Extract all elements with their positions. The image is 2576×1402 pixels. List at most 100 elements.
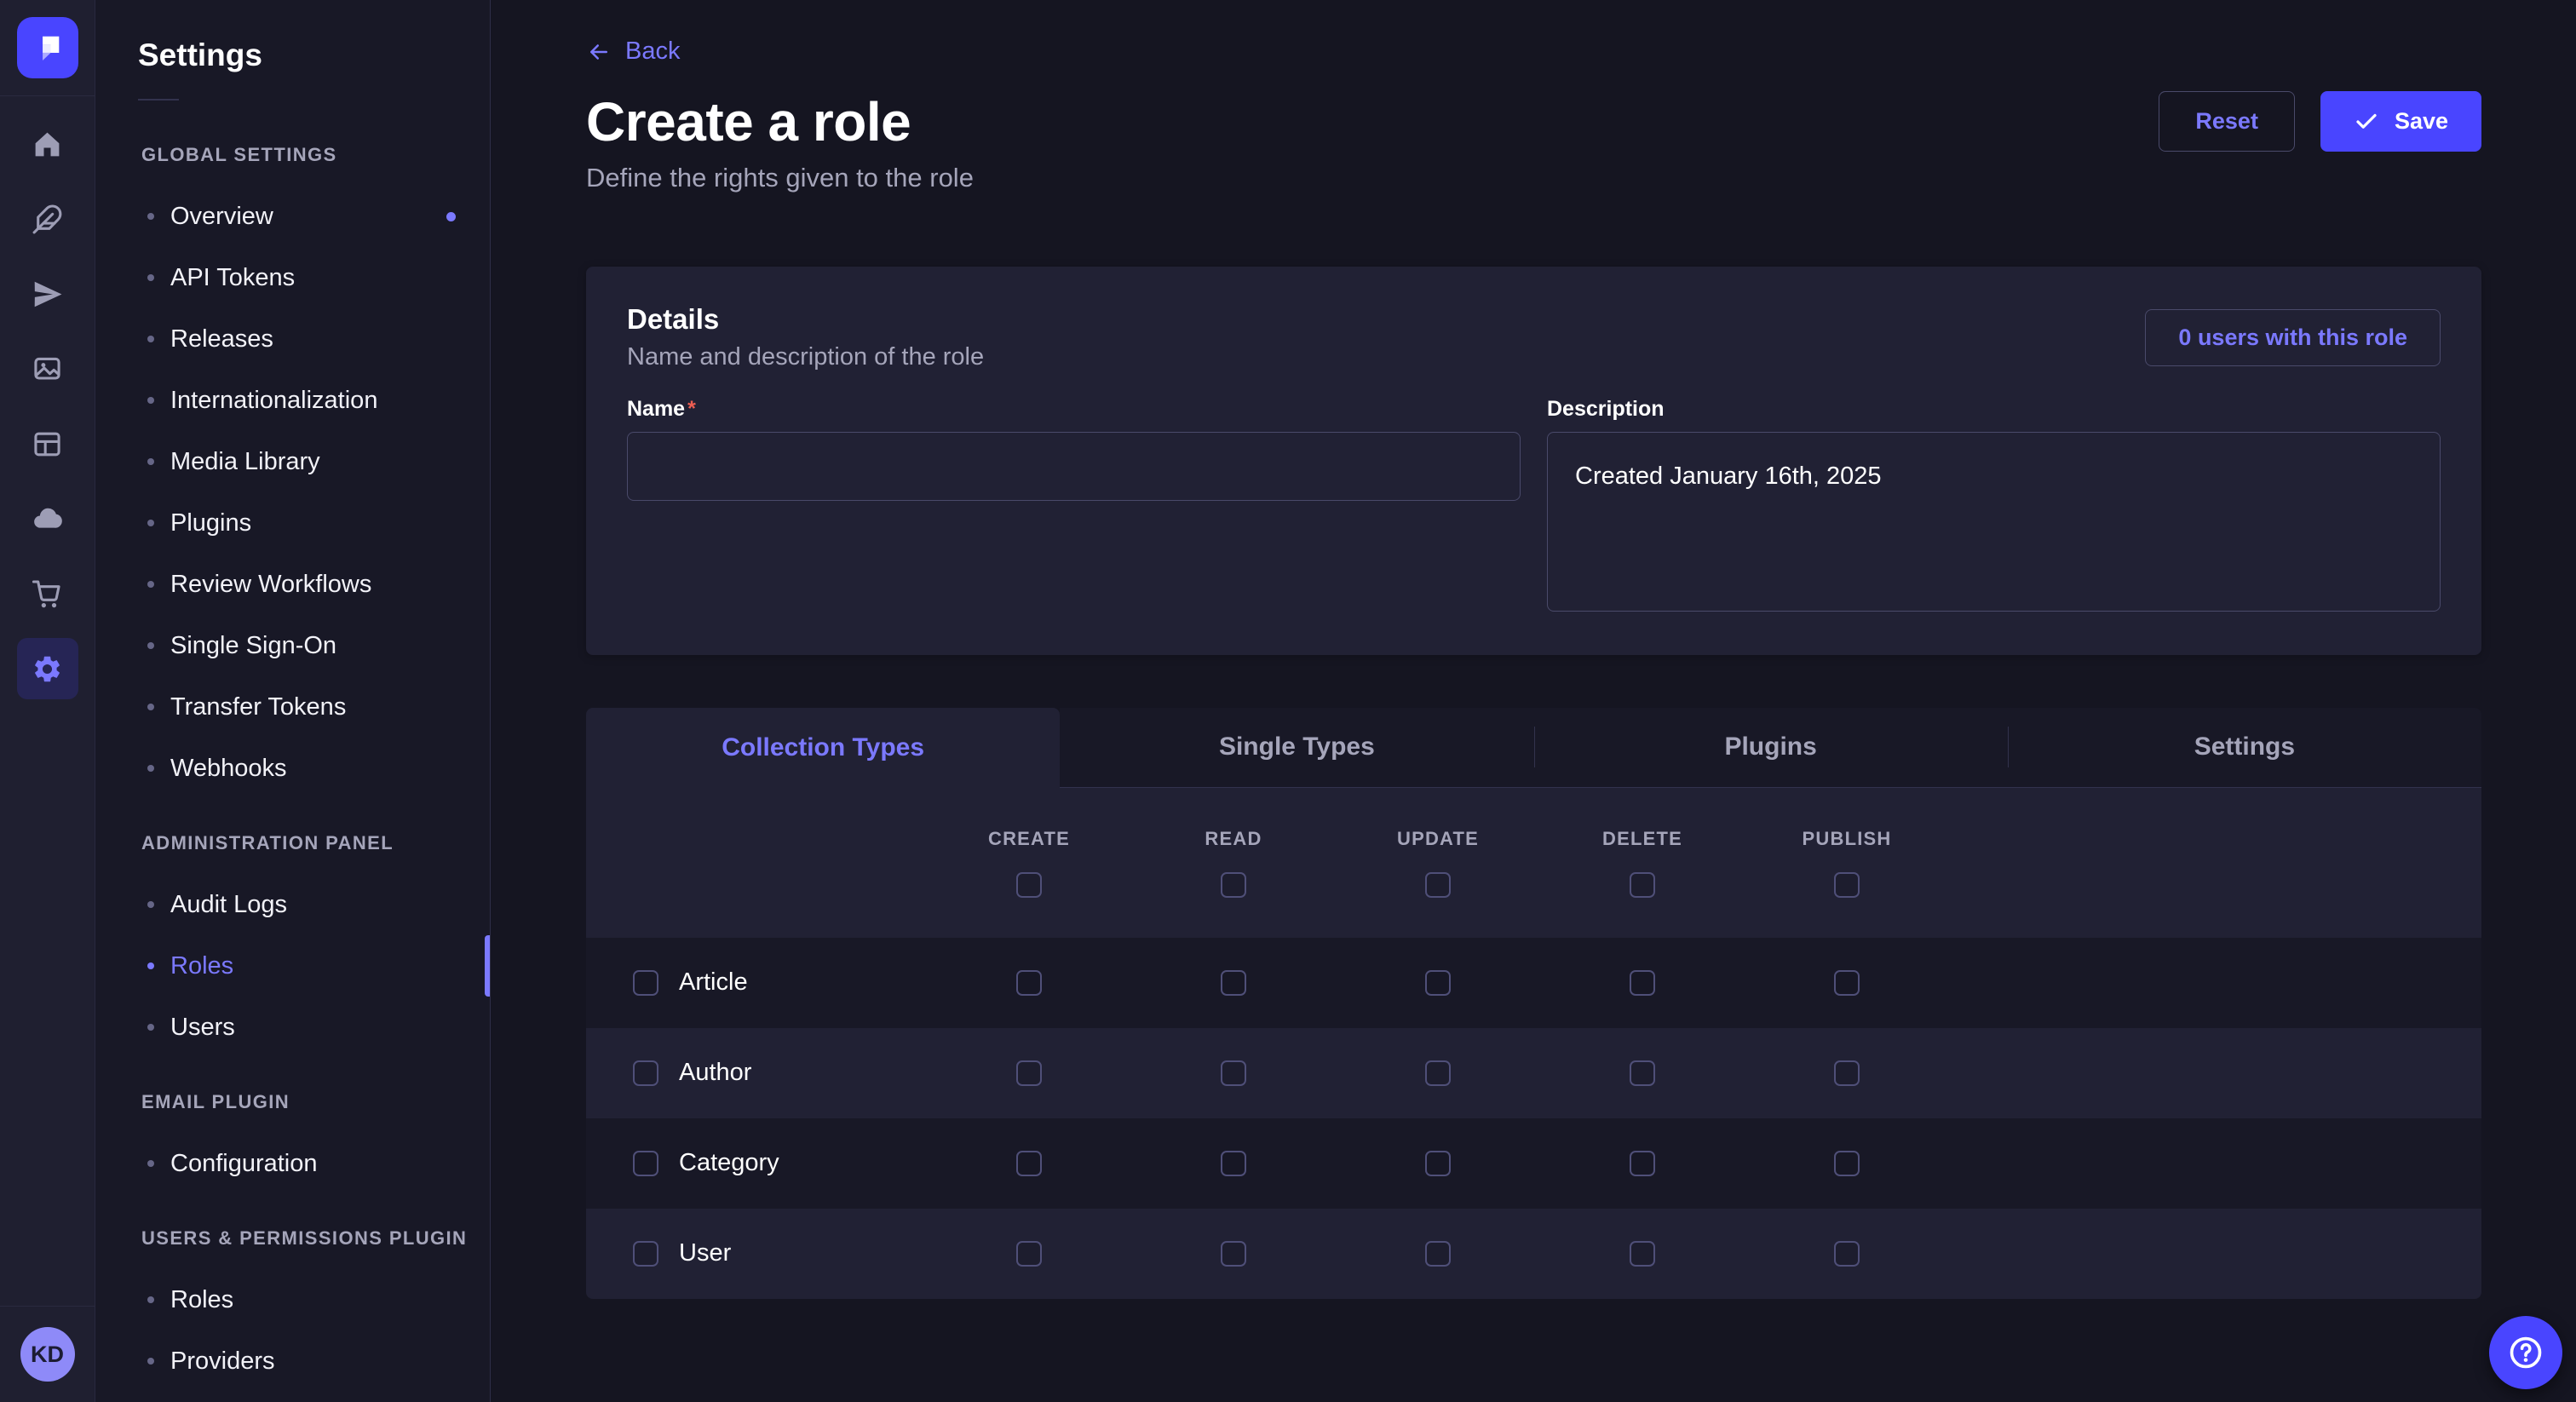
description-textarea[interactable]: Created January 16th, 2025 xyxy=(1547,432,2441,612)
tab-settings[interactable]: Settings xyxy=(2008,708,2481,788)
column-label: PUBLISH xyxy=(1803,828,1892,850)
sidebar-item-audit-logs[interactable]: Audit Logs xyxy=(95,874,490,935)
category-read-checkbox[interactable] xyxy=(1221,1151,1246,1176)
user-update-checkbox[interactable] xyxy=(1425,1241,1451,1267)
tab-label: Plugins xyxy=(1724,733,1816,761)
user-select-checkbox[interactable] xyxy=(633,1241,658,1267)
rail-item-content-type-builder[interactable] xyxy=(0,406,95,481)
active-item-indicator xyxy=(485,935,490,997)
table-row-author: Author xyxy=(586,1028,2481,1118)
sidebar-item-label: Plugins xyxy=(170,509,251,537)
sidebar-item-api-tokens[interactable]: API Tokens xyxy=(95,247,490,308)
user-create-checkbox[interactable] xyxy=(1016,1241,1042,1267)
content-manager-box xyxy=(17,188,78,250)
bullet-dot-icon xyxy=(147,1160,154,1167)
strapi-logo[interactable] xyxy=(17,17,78,78)
rail-item-deploy[interactable] xyxy=(0,481,95,556)
user-publish-checkbox[interactable] xyxy=(1834,1241,1860,1267)
row-label: User xyxy=(679,1239,731,1267)
save-label: Save xyxy=(2395,108,2448,135)
user-read-checkbox[interactable] xyxy=(1221,1241,1246,1267)
sidebar-item-overview[interactable]: Overview xyxy=(95,186,490,247)
sidebar-item-webhooks[interactable]: Webhooks xyxy=(95,738,490,799)
category-create-checkbox[interactable] xyxy=(1016,1151,1042,1176)
column-label: DELETE xyxy=(1602,828,1682,850)
sidebar-item-label: Configuration xyxy=(170,1150,318,1178)
category-publish-checkbox[interactable] xyxy=(1834,1151,1860,1176)
sidebar-item-users[interactable]: Users xyxy=(95,997,490,1058)
save-button[interactable]: Save xyxy=(2320,91,2481,152)
cell-user-update xyxy=(1336,1241,1540,1267)
sidebar-item-transfer-tokens[interactable]: Transfer Tokens xyxy=(95,676,490,738)
back-link[interactable]: Back xyxy=(586,37,680,66)
back-row: Back xyxy=(586,0,2481,69)
author-create-checkbox[interactable] xyxy=(1016,1060,1042,1086)
select-all-create-checkbox[interactable] xyxy=(1016,872,1042,898)
row-label: Article xyxy=(679,968,748,997)
column-header-update: UPDATE xyxy=(1336,788,1540,938)
category-update-checkbox[interactable] xyxy=(1425,1151,1451,1176)
article-create-checkbox[interactable] xyxy=(1016,970,1042,996)
sidebar-item-internationalization[interactable]: Internationalization xyxy=(95,370,490,431)
sidebar-item-providers[interactable]: Providers xyxy=(95,1330,490,1392)
settings-box xyxy=(17,638,78,699)
name-label: Name* xyxy=(627,397,1521,422)
category-delete-checkbox[interactable] xyxy=(1630,1151,1655,1176)
article-publish-checkbox[interactable] xyxy=(1834,970,1860,996)
article-update-checkbox[interactable] xyxy=(1425,970,1451,996)
tab-collection-types[interactable]: Collection Types xyxy=(586,708,1060,788)
select-all-update-checkbox[interactable] xyxy=(1425,872,1451,898)
author-select-checkbox[interactable] xyxy=(633,1060,658,1086)
article-delete-checkbox[interactable] xyxy=(1630,970,1655,996)
user-section: KD xyxy=(0,1306,95,1402)
sidebar-item-releases[interactable]: Releases xyxy=(95,308,490,370)
user-delete-checkbox[interactable] xyxy=(1630,1241,1655,1267)
cell-article-read xyxy=(1131,970,1336,996)
select-all-read-checkbox[interactable] xyxy=(1221,872,1246,898)
check-icon xyxy=(2354,109,2379,135)
cell-article-publish xyxy=(1745,970,1949,996)
rail-item-marketplace[interactable] xyxy=(0,556,95,631)
help-button[interactable] xyxy=(2489,1316,2562,1389)
tab-plugins[interactable]: Plugins xyxy=(1534,708,2008,788)
article-select-checkbox[interactable] xyxy=(633,970,658,996)
cell-category-create xyxy=(927,1151,1131,1176)
name-input[interactable] xyxy=(627,432,1521,501)
cell-user-publish xyxy=(1745,1241,1949,1267)
article-read-checkbox[interactable] xyxy=(1221,970,1246,996)
subnav-title: Settings xyxy=(138,37,490,73)
author-publish-checkbox[interactable] xyxy=(1834,1060,1860,1086)
sidebar-item-label: API Tokens xyxy=(170,264,295,292)
sidebar-item-label: Review Workflows xyxy=(170,571,371,599)
back-label: Back xyxy=(625,37,680,66)
author-update-checkbox[interactable] xyxy=(1425,1060,1451,1086)
header-actions: Reset Save xyxy=(2159,91,2481,152)
rail-item-settings[interactable] xyxy=(0,631,95,706)
rail-item-releases[interactable] xyxy=(0,256,95,331)
select-all-publish-checkbox[interactable] xyxy=(1834,872,1860,898)
cell-user-delete xyxy=(1540,1241,1745,1267)
bullet-dot-icon xyxy=(147,901,154,908)
bullet-dot-icon xyxy=(147,336,154,342)
sidebar-item-plugins[interactable]: Plugins xyxy=(95,492,490,554)
subnav-header: Settings xyxy=(95,0,490,101)
sidebar-item-roles[interactable]: Roles xyxy=(95,935,490,997)
sidebar-item-configuration[interactable]: Configuration xyxy=(95,1133,490,1194)
category-select-checkbox[interactable] xyxy=(633,1151,658,1176)
workspace-logo-section xyxy=(0,0,95,96)
sidebar-item-media-library[interactable]: Media Library xyxy=(95,431,490,492)
sidebar-item-roles[interactable]: Roles xyxy=(95,1269,490,1330)
details-heading-block: Details Name and description of the role xyxy=(627,304,984,371)
rail-item-home[interactable] xyxy=(0,106,95,181)
users-with-role-button[interactable]: 0 users with this role xyxy=(2145,309,2441,366)
reset-button[interactable]: Reset xyxy=(2159,91,2295,152)
sidebar-item-single-sign-on[interactable]: Single Sign-On xyxy=(95,615,490,676)
select-all-delete-checkbox[interactable] xyxy=(1630,872,1655,898)
rail-item-media-library[interactable] xyxy=(0,331,95,406)
rail-item-content-manager[interactable] xyxy=(0,181,95,256)
user-avatar[interactable]: KD xyxy=(20,1327,75,1382)
sidebar-item-review-workflows[interactable]: Review Workflows xyxy=(95,554,490,615)
tab-single-types[interactable]: Single Types xyxy=(1060,708,1533,788)
author-delete-checkbox[interactable] xyxy=(1630,1060,1655,1086)
author-read-checkbox[interactable] xyxy=(1221,1060,1246,1086)
